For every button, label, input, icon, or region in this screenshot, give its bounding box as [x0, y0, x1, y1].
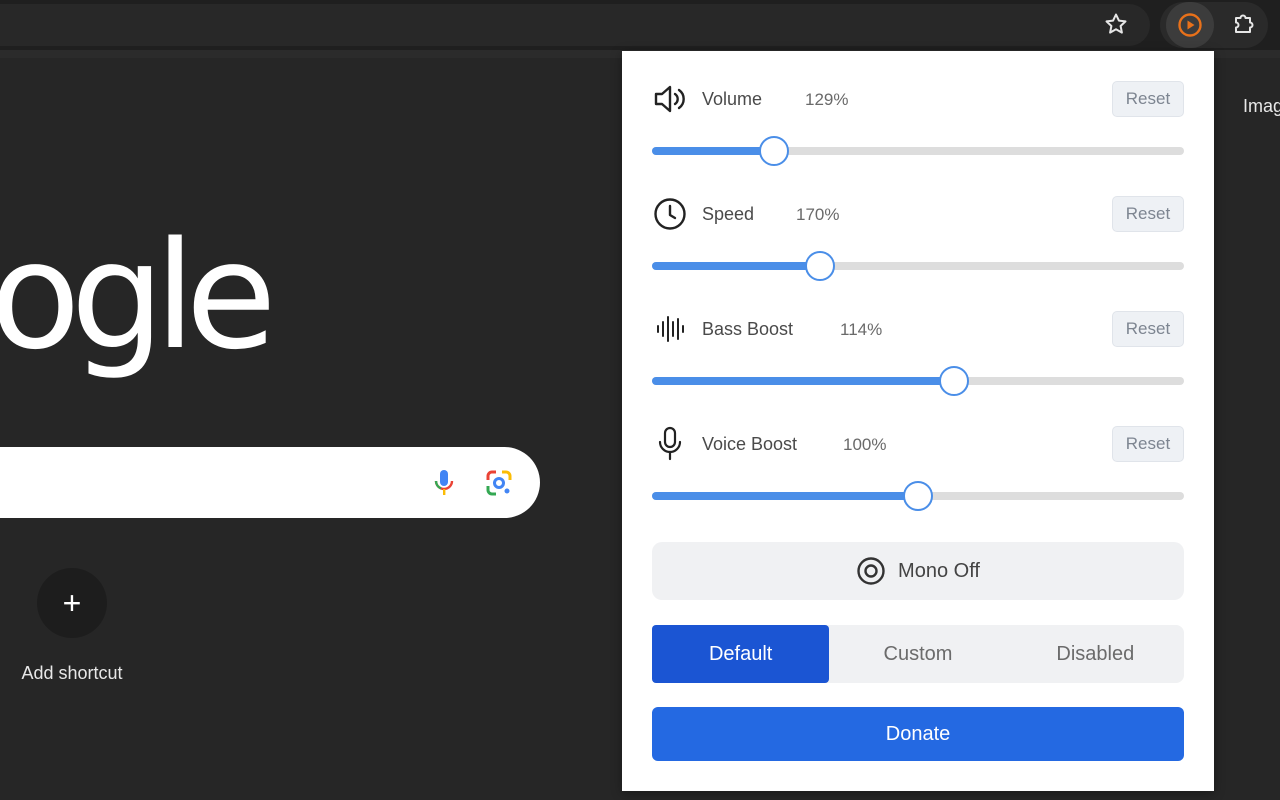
extensions-menu-button[interactable] [1226, 6, 1262, 42]
voice-boost-control: Voice Boost 100% Reset [652, 426, 1184, 526]
bass-boost-label: Bass Boost [702, 319, 794, 339]
bookmark-star-button[interactable] [1098, 6, 1134, 42]
voice-search-button[interactable] [428, 466, 460, 500]
add-shortcut-button[interactable]: + [37, 568, 107, 638]
volume-slider-thumb[interactable] [759, 136, 790, 166]
images-link[interactable]: Imag [1243, 96, 1280, 117]
donate-button[interactable]: Donate [652, 707, 1184, 761]
voice-boost-label: Voice Boost [702, 434, 798, 454]
bass-boost-control: Bass Boost 114% Reset [652, 311, 1184, 411]
microphone-icon [652, 426, 688, 462]
camera-lens-icon [486, 470, 512, 496]
star-icon [1105, 13, 1127, 34]
speed-slider[interactable] [652, 251, 1184, 281]
speaker-icon [652, 81, 688, 117]
google-logo: ogle [0, 210, 277, 382]
speed-label: Speed [702, 204, 755, 224]
volume-reset-button[interactable]: Reset [1112, 81, 1184, 117]
clock-icon [652, 196, 688, 232]
mono-toggle-label: Mono Off [898, 559, 980, 582]
audio-extension-popup: Volume 129% Reset Speed 170% Reset Bass … [622, 51, 1214, 791]
address-bar[interactable] [0, 4, 1150, 46]
speed-slider-thumb[interactable] [805, 251, 836, 281]
audio-extension-button[interactable] [1166, 2, 1214, 48]
mode-tab-disabled[interactable]: Disabled [1007, 625, 1184, 683]
volume-value: 129% [805, 90, 849, 109]
bass-boost-slider-thumb[interactable] [938, 366, 969, 396]
bass-boost-value: 114% [840, 320, 883, 339]
plus-icon: + [62, 584, 82, 621]
volume-control: Volume 129% Reset [652, 81, 1184, 181]
speed-control: Speed 170% Reset [652, 196, 1184, 296]
voice-boost-slider-fill [652, 492, 918, 500]
image-search-button[interactable] [482, 466, 516, 500]
voice-boost-slider-thumb[interactable] [903, 481, 933, 511]
volume-slider[interactable] [652, 136, 1184, 166]
speed-slider-fill [652, 262, 821, 270]
waveform-icon [652, 311, 688, 347]
bass-boost-reset-button[interactable]: Reset [1112, 311, 1184, 347]
speed-reset-button[interactable]: Reset [1112, 196, 1184, 232]
voice-boost-value: 100% [843, 435, 887, 454]
voice-boost-slider[interactable] [652, 481, 1184, 511]
mode-tab-default[interactable]: Default [652, 625, 830, 683]
target-icon [857, 557, 885, 585]
bass-boost-slider[interactable] [652, 366, 1184, 396]
voice-boost-reset-button[interactable]: Reset [1112, 426, 1184, 462]
volume-slider-fill [652, 147, 775, 155]
bass-boost-slider-fill [652, 377, 954, 385]
speed-value: 170% [796, 205, 840, 224]
add-shortcut-label: Add shortcut [21, 663, 123, 683]
mono-toggle-button[interactable]: Mono Off [652, 542, 1184, 600]
volume-label: Volume [702, 89, 763, 109]
microphone-icon [434, 470, 454, 495]
mode-tab-custom[interactable]: Custom [829, 625, 1006, 683]
puzzle-icon [1235, 14, 1254, 33]
mode-selector: Default Custom Disabled [652, 625, 1184, 683]
browser-toolbar [0, 0, 1280, 50]
play-circle-icon [1178, 13, 1202, 37]
